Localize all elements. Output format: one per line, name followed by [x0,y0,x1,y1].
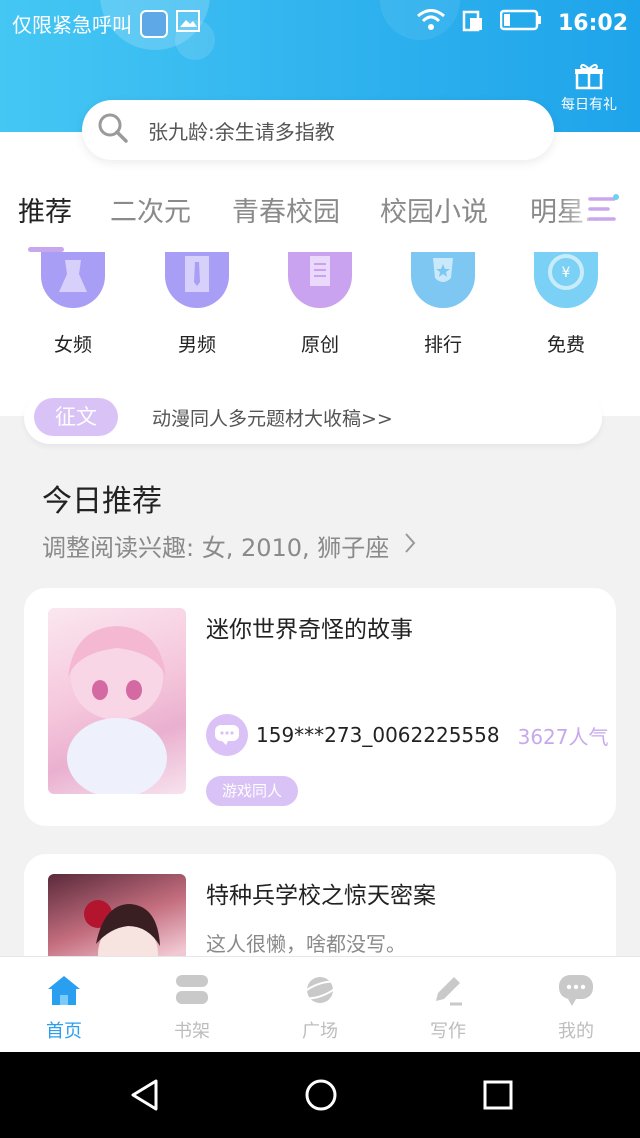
coin-icon: ¥ [534,252,598,308]
category-label: 免费 [546,334,585,356]
category-free[interactable]: ¥ 免费 [511,252,621,357]
home-icon [16,973,112,1011]
home-button[interactable] [304,1078,338,1116]
image-notification-icon [176,10,200,37]
section-title: 今日推荐 [42,484,162,519]
daily-gift-button[interactable]: 每日有礼 [554,62,624,114]
chevron-right-icon [403,532,417,560]
carrier-text: 仅限紧急呼叫 [12,13,132,37]
author-row: 159***273_0062225558 3627人气 [206,714,609,756]
category-label: 男频 [177,334,216,356]
trophy-icon [411,252,475,308]
nav-label: 我的 [558,1021,594,1042]
system-navigation-bar [0,1052,640,1138]
tab-recommend[interactable]: 推荐 [18,190,72,229]
category-label: 女频 [53,334,92,356]
app-screen: 仅限紧急呼叫 16:02 每日有礼 张九龄:余生请多指教 推荐 二次元 青春校园… [0,0,640,1138]
nav-label: 广场 [302,1021,338,1042]
interest-settings-link[interactable]: 调整阅读兴趣: 女, 2010, 狮子座 [42,528,417,563]
gift-icon [554,62,624,94]
book-cover-image[interactable] [48,608,186,794]
category-female[interactable]: 女频 [18,252,128,357]
interest-settings-text: 调整阅读兴趣: 女, 2010, 狮子座 [42,534,390,562]
tab-youth-campus[interactable]: 青春校园 [232,190,340,229]
search-placeholder: 张九龄:余生请多指教 [148,119,335,144]
status-bar: 仅限紧急呼叫 16:02 [0,0,640,46]
planet-icon [272,973,368,1011]
category-male[interactable]: 男频 [142,252,252,357]
avatar [206,714,248,756]
search-bar[interactable]: 张九龄:余生请多指教 [82,100,554,160]
clock: 16:02 [557,10,628,36]
nav-plaza[interactable]: 广场 [272,973,368,1043]
app-notification-icon [140,9,168,38]
book-title[interactable]: 特种兵学校之惊天密案 [206,876,436,910]
category-label: 原创 [300,334,339,356]
bottom-navigation: 首页 书架 广场 写作 我的 [0,956,640,1053]
sim-icon [462,8,484,38]
genre-tag[interactable]: 游戏同人 [206,776,299,806]
book-icon [288,252,352,308]
gift-label: 每日有礼 [561,97,617,113]
contest-badge: 征文 [34,398,118,436]
nav-write[interactable]: 写作 [400,973,496,1043]
dress-icon [41,252,105,308]
pen-icon [400,973,496,1011]
search-icon [96,111,130,149]
tab-campus-novel[interactable]: 校园小说 [380,190,488,229]
category-row: 女频 男频 原创 排行 ¥ 免费 [0,252,640,362]
svg-text:¥: ¥ [562,265,571,281]
nav-label: 首页 [46,1021,82,1042]
nav-bookshelf[interactable]: 书架 [144,973,240,1043]
bookshelf-icon [144,973,240,1011]
book-title[interactable]: 迷你世界奇怪的故事 [206,610,413,644]
nav-home[interactable]: 首页 [16,973,112,1043]
popularity-count: 3627人气 [517,724,609,749]
nav-mine[interactable]: 我的 [528,973,624,1043]
book-description: 这人很懒，啥都没写。 [206,932,406,956]
contest-text: 动漫同人多元题材大收稿>> [152,408,393,430]
contest-banner[interactable]: 征文 动漫同人多元题材大收稿>> [24,392,602,444]
tab-bar: 推荐 二次元 青春校园 校园小说 明星... [0,190,640,242]
wifi-icon [416,9,446,37]
battery-icon [499,9,542,37]
category-ranking[interactable]: 排行 [388,252,498,357]
category-label: 排行 [423,334,462,356]
shirt-icon [165,252,229,308]
tab-anime[interactable]: 二次元 [110,190,191,229]
chat-bubble-icon [528,973,624,1011]
back-button[interactable] [128,1078,162,1116]
category-menu-icon[interactable] [586,193,620,231]
nav-label: 书架 [174,1021,210,1042]
category-original[interactable]: 原创 [265,252,375,357]
author-name: 159***273_0062225558 [256,723,500,747]
nav-label: 写作 [430,1021,466,1042]
recents-button[interactable] [482,1079,514,1115]
book-card[interactable]: 迷你世界奇怪的故事 159***273_0062225558 3627人气 游戏… [24,588,616,826]
